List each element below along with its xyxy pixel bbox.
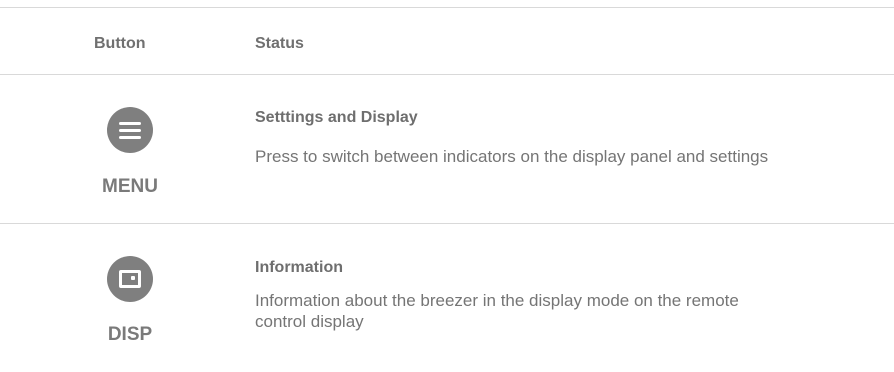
table-top-rule [0,7,894,8]
disp-button-label: DISP [107,324,153,345]
header-button: Button [94,35,146,52]
status-description: Press to switch between indicators on th… [255,147,769,166]
header-status: Status [255,35,304,52]
row-divider [0,223,894,224]
header-divider [0,74,894,75]
menu-button-label: MENU [102,176,158,197]
status-title: Information [255,259,343,276]
status-description: Information about the breezer in the dis… [255,291,739,331]
menu-icon [107,107,153,153]
status-title: Setttings and Display [255,109,418,126]
display-icon [107,256,153,302]
